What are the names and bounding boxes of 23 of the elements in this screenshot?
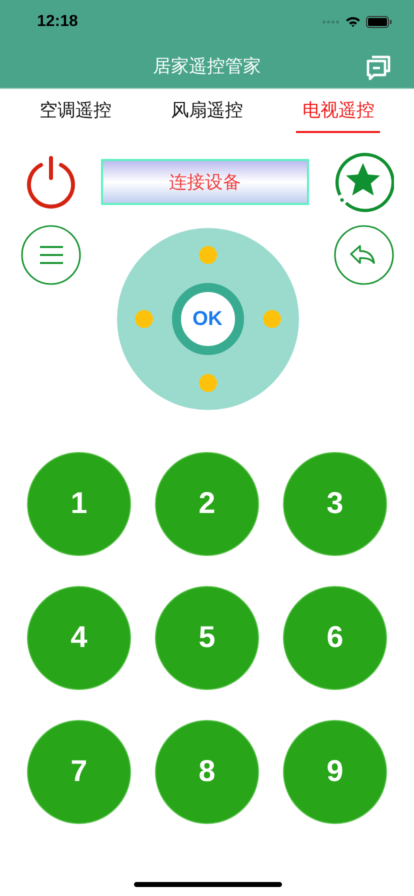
tab[interactable]: 风扇遥控 <box>164 89 249 133</box>
tab[interactable]: 空调遥控 <box>34 89 118 133</box>
number-button[interactable]: 9 <box>283 720 387 824</box>
number-button[interactable]: 7 <box>27 720 131 824</box>
number-button[interactable]: 5 <box>155 586 259 690</box>
number-button[interactable]: 3 <box>283 452 387 556</box>
number-button[interactable]: 1 <box>27 452 131 556</box>
wifi-icon <box>345 16 361 28</box>
menu-icon[interactable] <box>21 225 81 285</box>
status-time: 12:18 <box>37 13 78 31</box>
number-button[interactable]: 6 <box>283 586 387 690</box>
signal-icon <box>322 20 340 24</box>
battery-icon <box>366 16 392 28</box>
ok-button[interactable]: OK <box>172 283 244 355</box>
direction-pad[interactable]: OK <box>116 228 298 410</box>
number-button[interactable]: 2 <box>155 452 259 556</box>
tab[interactable]: 电视遥控 <box>296 89 380 133</box>
number-button[interactable]: 4 <box>27 586 131 690</box>
back-icon[interactable] <box>334 225 394 285</box>
power-icon[interactable] <box>24 155 78 209</box>
connect-button[interactable]: 连接设备 <box>101 159 309 205</box>
nav-title: 居家遥控管家 <box>153 55 261 78</box>
number-button[interactable]: 8 <box>155 720 259 824</box>
